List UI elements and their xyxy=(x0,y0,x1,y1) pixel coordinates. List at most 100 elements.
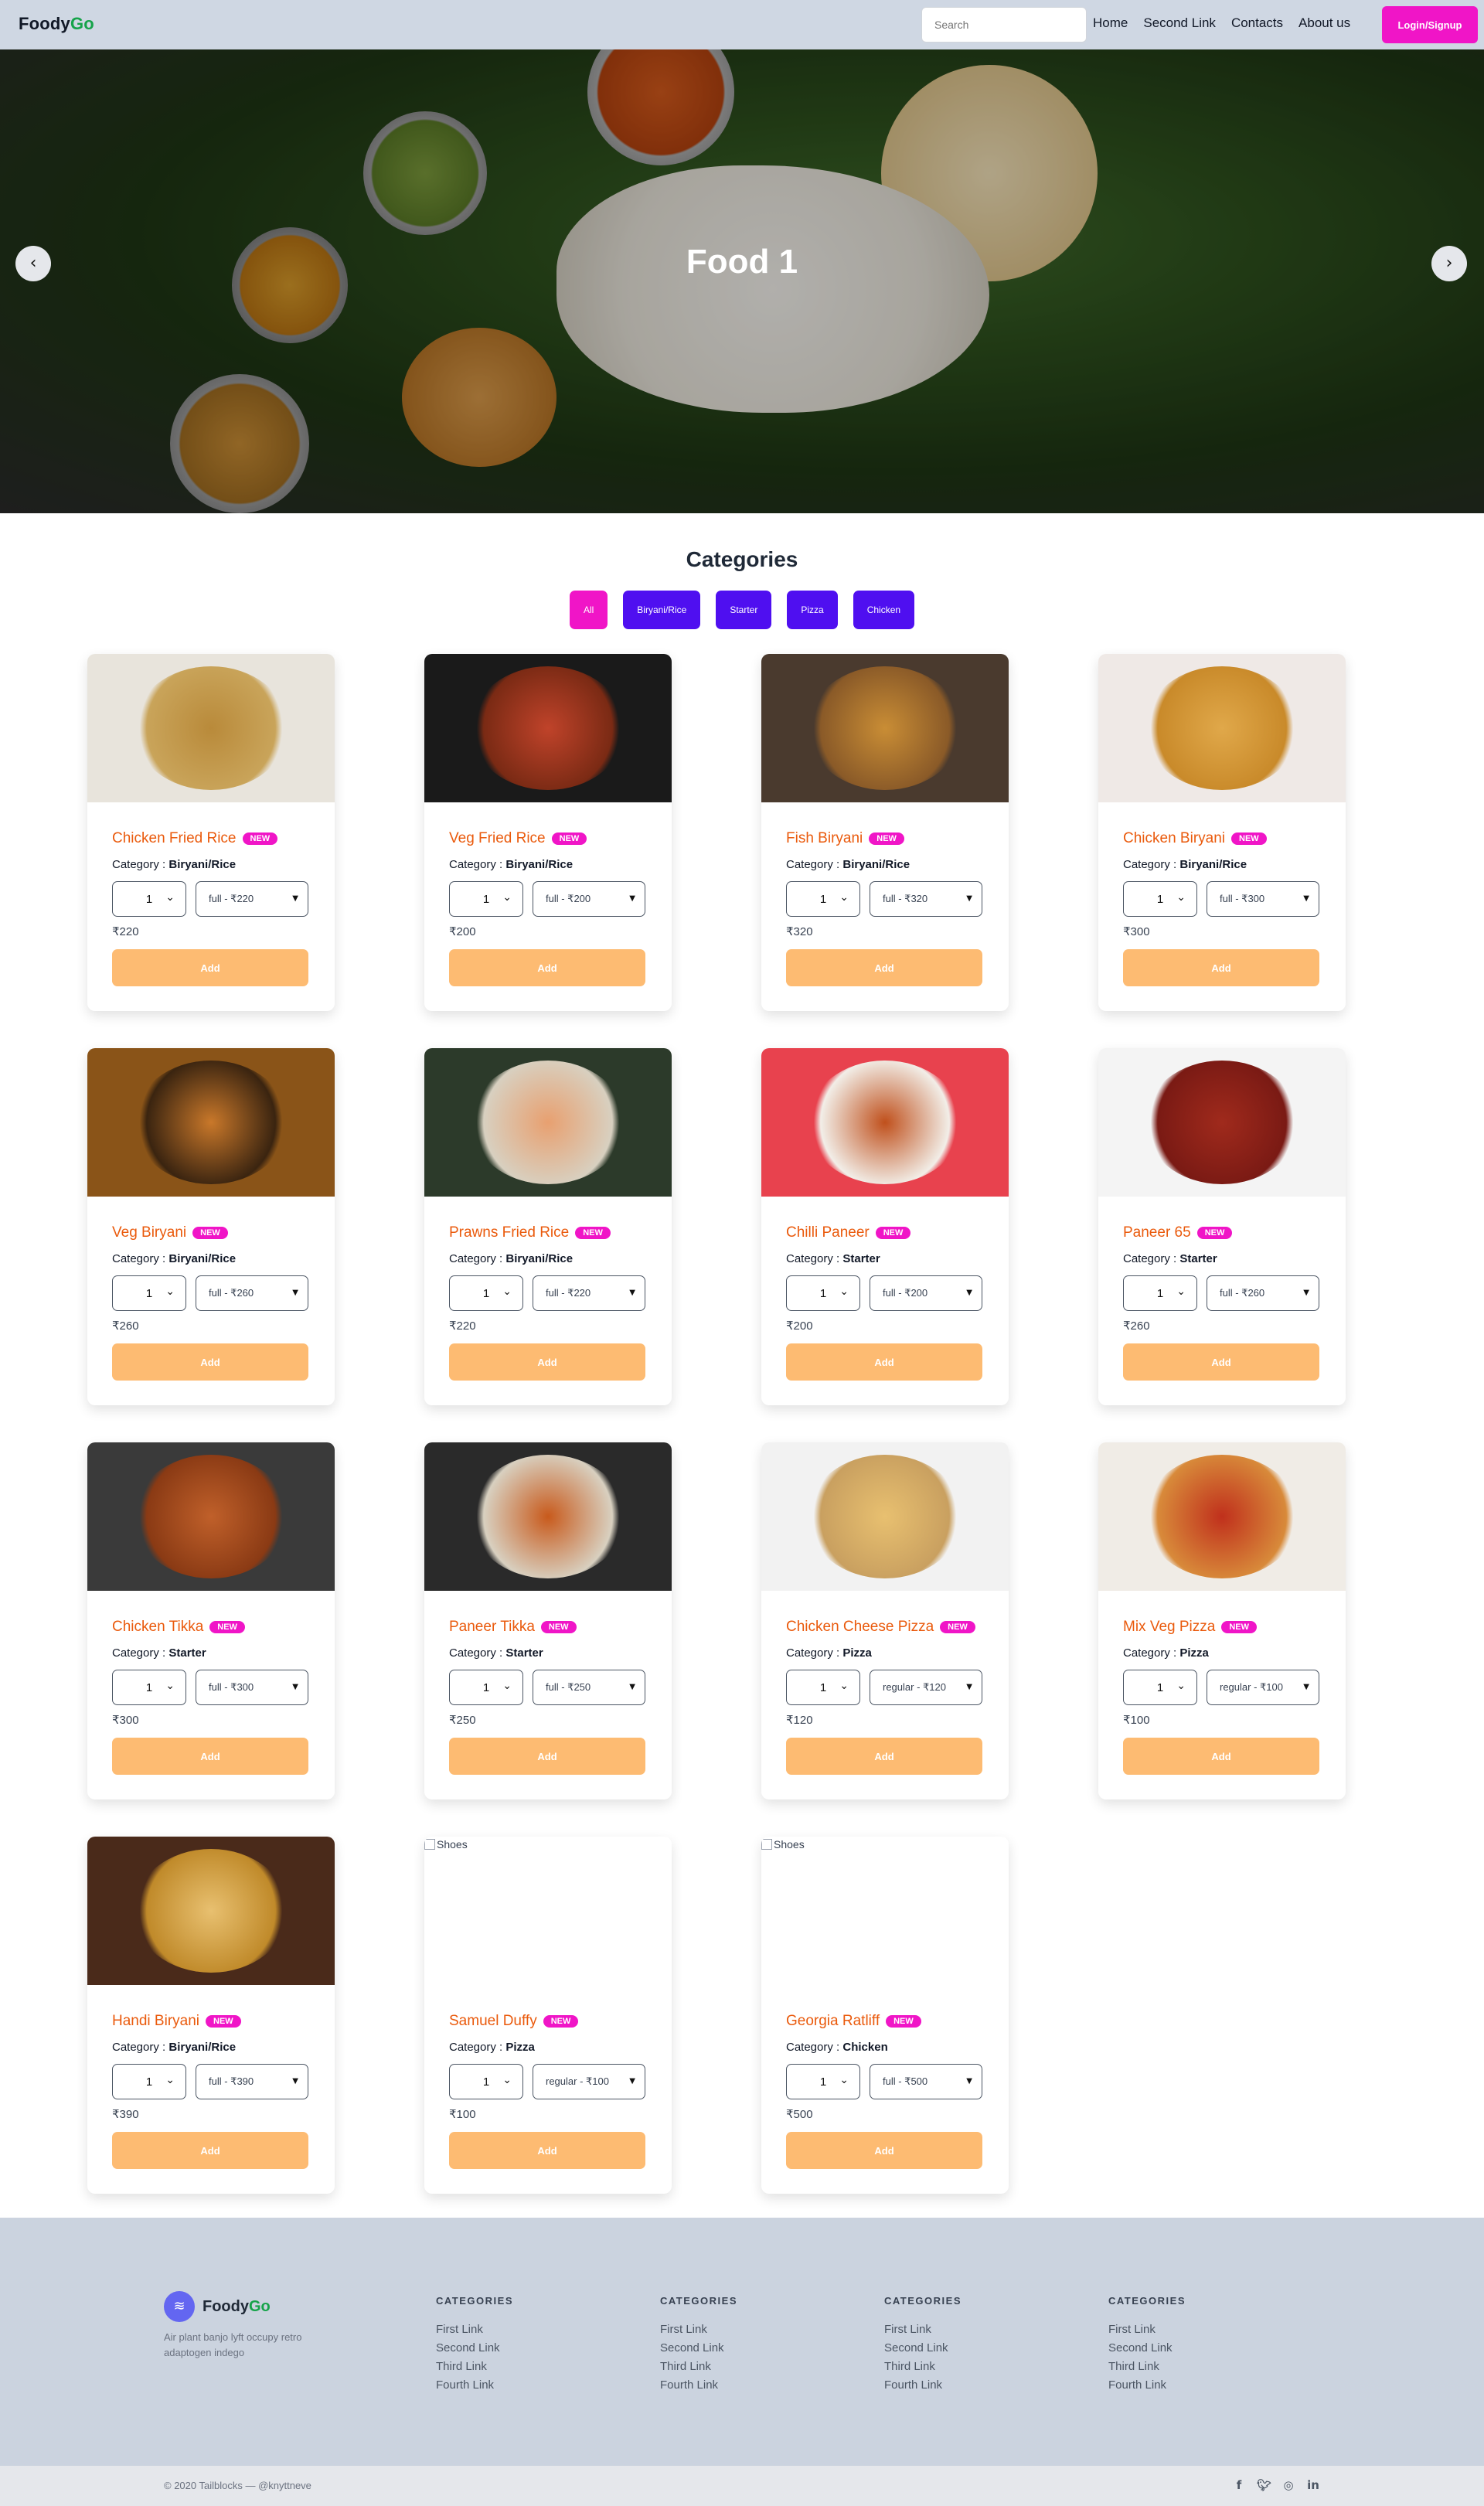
chevron-down-icon: ⌄ xyxy=(165,891,175,904)
quantity-select[interactable]: 1 ⌄ xyxy=(112,1670,186,1705)
quantity-select[interactable]: 1 ⌄ xyxy=(449,1670,523,1705)
quantity-select[interactable]: 1 ⌄ xyxy=(449,1275,523,1311)
footer-link[interactable]: Fourth Link xyxy=(660,2376,737,2395)
size-value: full - ₹200 xyxy=(546,893,591,904)
footer-link[interactable]: Second Link xyxy=(660,2339,737,2358)
footer-link[interactable]: Third Link xyxy=(884,2358,962,2376)
size-select[interactable]: full - ₹300 ▼ xyxy=(1207,881,1319,917)
add-to-cart-button[interactable]: Add xyxy=(1123,1343,1319,1381)
size-select[interactable]: full - ₹200 ▼ xyxy=(870,1275,982,1311)
size-select[interactable]: full - ₹300 ▼ xyxy=(196,1670,308,1705)
product-title[interactable]: Handi Biryani NEW xyxy=(112,2013,241,2030)
size-select[interactable]: full - ₹200 ▼ xyxy=(533,881,645,917)
quantity-select[interactable]: 1 ⌄ xyxy=(786,1670,860,1705)
product-title[interactable]: Paneer Tikka NEW xyxy=(449,1619,577,1636)
nav-link-second[interactable]: Second Link xyxy=(1143,15,1216,31)
size-select[interactable]: regular - ₹120 ▼ xyxy=(870,1670,982,1705)
footer-link[interactable]: First Link xyxy=(436,2320,513,2339)
footer-link[interactable]: First Link xyxy=(884,2320,962,2339)
size-select[interactable]: full - ₹390 ▼ xyxy=(196,2064,308,2099)
add-to-cart-button[interactable]: Add xyxy=(1123,949,1319,986)
login-signup-button[interactable]: Login/Signup xyxy=(1382,6,1478,43)
quantity-select[interactable]: 1 ⌄ xyxy=(449,2064,523,2099)
quantity-select[interactable]: 1 ⌄ xyxy=(449,881,523,917)
add-to-cart-button[interactable]: Add xyxy=(112,2132,308,2169)
product-title[interactable]: Prawns Fried Rice NEW xyxy=(449,1224,611,1241)
footer-link[interactable]: Second Link xyxy=(884,2339,962,2358)
product-title[interactable]: Chilli Paneer NEW xyxy=(786,1224,911,1241)
product-title[interactable]: Chicken Fried Rice NEW xyxy=(112,830,278,847)
quantity-select[interactable]: 1 ⌄ xyxy=(112,1275,186,1311)
quantity-select[interactable]: 1 ⌄ xyxy=(112,2064,186,2099)
product-title[interactable]: Chicken Biryani NEW xyxy=(1123,830,1267,847)
filter-pizza-button[interactable]: Pizza xyxy=(787,591,838,629)
product-title[interactable]: Veg Biryani NEW xyxy=(112,1224,228,1241)
add-to-cart-button[interactable]: Add xyxy=(112,1343,308,1381)
quantity-select[interactable]: 1 ⌄ xyxy=(786,2064,860,2099)
product-image-dish xyxy=(134,666,288,790)
size-select[interactable]: full - ₹500 ▼ xyxy=(870,2064,982,2099)
quantity-select[interactable]: 1 ⌄ xyxy=(1123,1275,1197,1311)
size-select[interactable]: full - ₹320 ▼ xyxy=(870,881,982,917)
quantity-select[interactable]: 1 ⌄ xyxy=(1123,1670,1197,1705)
footer-link[interactable]: First Link xyxy=(660,2320,737,2339)
footer-link[interactable]: Second Link xyxy=(1108,2339,1186,2358)
quantity-select[interactable]: 1 ⌄ xyxy=(1123,881,1197,917)
product-title[interactable]: Chicken Tikka NEW xyxy=(112,1619,245,1636)
add-to-cart-button[interactable]: Add xyxy=(786,949,982,986)
quantity-select[interactable]: 1 ⌄ xyxy=(112,881,186,917)
twitter-icon[interactable]: 🐦︎ xyxy=(1257,2477,1271,2494)
facebook-icon[interactable]: f xyxy=(1232,2477,1246,2494)
product-category: Category : Biryani/Rice xyxy=(112,2041,236,2054)
carousel-next-button[interactable]: › xyxy=(1431,246,1467,281)
add-to-cart-button[interactable]: Add xyxy=(449,1738,645,1775)
add-to-cart-button[interactable]: Add xyxy=(449,2132,645,2169)
footer-link[interactable]: Third Link xyxy=(1108,2358,1186,2376)
add-to-cart-button[interactable]: Add xyxy=(1123,1738,1319,1775)
product-title[interactable]: Samuel Duffy NEW xyxy=(449,2013,579,2030)
product-title[interactable]: Mix Veg Pizza NEW xyxy=(1123,1619,1257,1636)
product-title[interactable]: Fish Biryani NEW xyxy=(786,830,904,847)
add-to-cart-button[interactable]: Add xyxy=(786,1343,982,1381)
filter-chicken-button[interactable]: Chicken xyxy=(853,591,915,629)
quantity-select[interactable]: 1 ⌄ xyxy=(786,881,860,917)
quantity-select[interactable]: 1 ⌄ xyxy=(786,1275,860,1311)
nav-link-about[interactable]: About us xyxy=(1298,15,1350,31)
footer-link[interactable]: Third Link xyxy=(436,2358,513,2376)
nav-link-contacts[interactable]: Contacts xyxy=(1231,15,1283,31)
add-to-cart-button[interactable]: Add xyxy=(112,1738,308,1775)
product-title[interactable]: Paneer 65 NEW xyxy=(1123,1224,1233,1241)
add-to-cart-button[interactable]: Add xyxy=(449,1343,645,1381)
add-to-cart-button[interactable]: Add xyxy=(449,949,645,986)
product-name: Fish Biryani xyxy=(786,830,863,846)
filter-all-button[interactable]: All xyxy=(569,591,608,629)
footer-brand[interactable]: ≋ FoodyGo xyxy=(164,2291,271,2322)
add-to-cart-button[interactable]: Add xyxy=(786,2132,982,2169)
footer-link[interactable]: Fourth Link xyxy=(436,2376,513,2395)
product-title[interactable]: Chicken Cheese Pizza NEW xyxy=(786,1619,975,1636)
footer-link[interactable]: First Link xyxy=(1108,2320,1186,2339)
product-title[interactable]: Georgia Ratliff NEW xyxy=(786,2013,921,2030)
footer-link[interactable]: Second Link xyxy=(436,2339,513,2358)
size-select[interactable]: full - ₹220 ▼ xyxy=(533,1275,645,1311)
size-select[interactable]: full - ₹220 ▼ xyxy=(196,881,308,917)
size-select[interactable]: full - ₹250 ▼ xyxy=(533,1670,645,1705)
add-to-cart-button[interactable]: Add xyxy=(786,1738,982,1775)
instagram-icon[interactable]: ◎ xyxy=(1281,2477,1295,2494)
carousel-prev-button[interactable]: ‹ xyxy=(15,246,51,281)
size-select[interactable]: full - ₹260 ▼ xyxy=(1207,1275,1319,1311)
filter-starter-button[interactable]: Starter xyxy=(716,591,772,629)
nav-link-home[interactable]: Home xyxy=(1093,15,1128,31)
linkedin-icon[interactable]: in xyxy=(1306,2477,1320,2494)
brand-logo[interactable]: FoodyGo xyxy=(19,14,94,34)
size-select[interactable]: regular - ₹100 ▼ xyxy=(1207,1670,1319,1705)
add-to-cart-button[interactable]: Add xyxy=(112,949,308,986)
footer-link[interactable]: Fourth Link xyxy=(1108,2376,1186,2395)
filter-biryani-rice-button[interactable]: Biryani/Rice xyxy=(623,591,701,629)
search-input[interactable] xyxy=(921,7,1087,43)
footer-link[interactable]: Fourth Link xyxy=(884,2376,962,2395)
size-select[interactable]: regular - ₹100 ▼ xyxy=(533,2064,645,2099)
product-title[interactable]: Veg Fried Rice NEW xyxy=(449,830,587,847)
size-select[interactable]: full - ₹260 ▼ xyxy=(196,1275,308,1311)
footer-link[interactable]: Third Link xyxy=(660,2358,737,2376)
